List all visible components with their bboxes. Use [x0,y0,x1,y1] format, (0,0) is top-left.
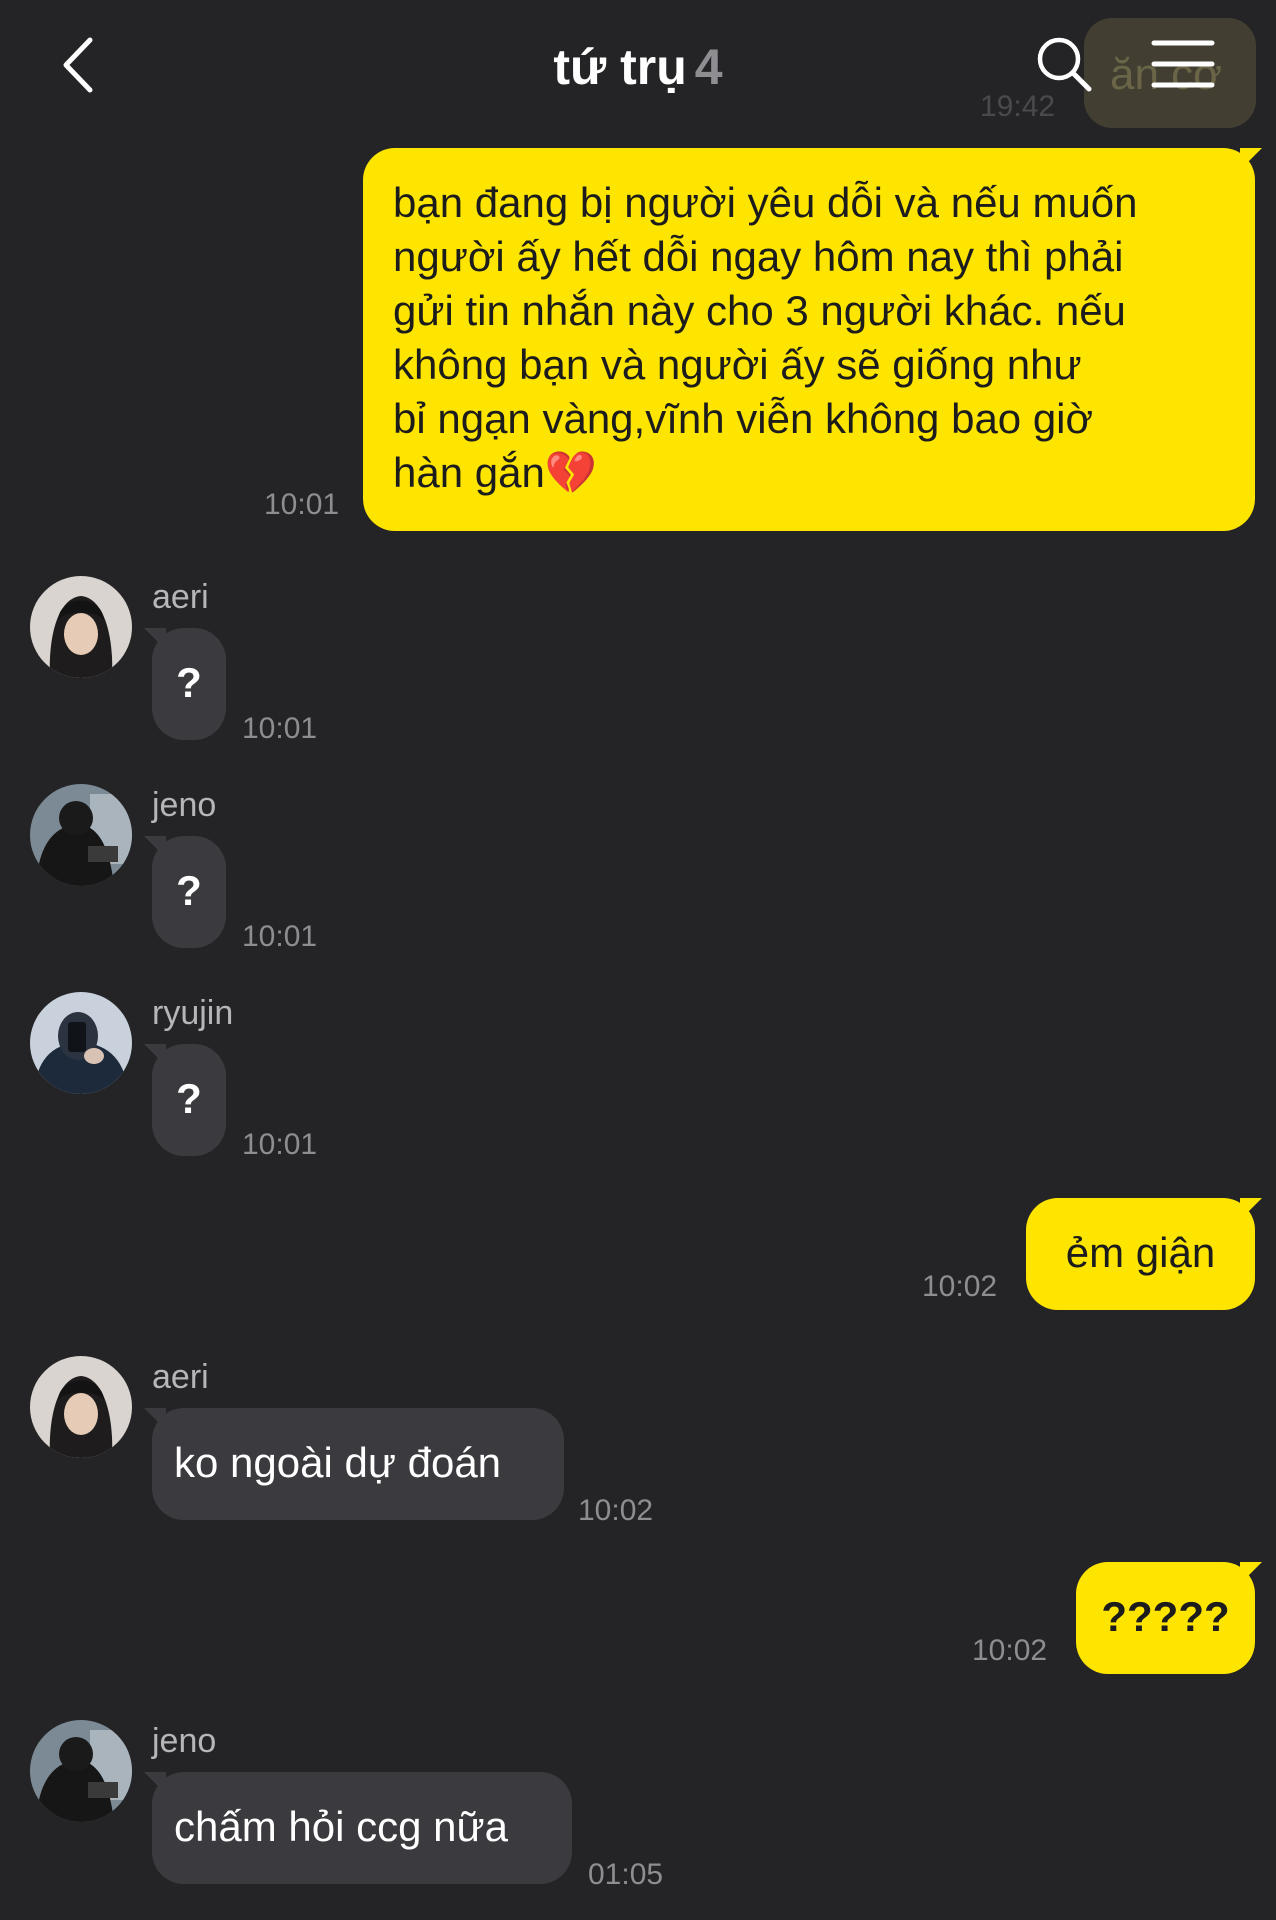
message-time: 10:02 [922,1270,998,1303]
their-message-bubble[interactable]: chấm hỏi ccg nữa [152,1772,572,1884]
my-message-bubble[interactable]: ????? [1076,1562,1255,1674]
jeno-avatar[interactable] [30,1720,132,1822]
message-time: 10:01 [242,1128,318,1161]
their-message-bubble[interactable]: ko ngoài dự đoán [152,1408,564,1520]
message-text: ẻm giận [1065,1229,1216,1276]
bubble-tail [144,1772,166,1794]
my-message-bubble[interactable]: bạn đang bị người yêu dỗi và nếu muốn ng… [363,148,1255,531]
bubble-tail [1240,1562,1262,1584]
message-time: 10:01 [264,488,340,521]
message-time: 10:01 [242,712,318,745]
message-text: ? [176,867,202,914]
sender-name: jeno [152,1722,217,1760]
sender-name: aeri [152,578,209,616]
message-time: 10:02 [578,1494,654,1527]
message-text: bạn đang bị người yêu dỗi và nếu muốn ng… [393,179,1138,496]
message-time: 10:01 [242,920,318,953]
message-text: ????? [1101,1593,1230,1640]
ryujin-avatar[interactable] [30,992,132,1094]
search-icon [1037,37,1092,92]
bubble-tail [144,1408,166,1430]
message-text: ko ngoài dự đoán [174,1439,502,1486]
bubble-tail [1240,148,1262,170]
aeri-avatar[interactable] [30,576,132,678]
message-text: ? [176,1075,202,1122]
chat-header: ăn cơ 19:42 tứ trụ 4 [0,0,1276,140]
sender-name: jeno [152,786,217,824]
bubble-tail [1240,1198,1262,1220]
bubble-tail [144,1044,166,1066]
aeri-avatar[interactable] [30,1356,132,1458]
search-button[interactable] [1034,34,1094,94]
hamburger-menu-icon [1151,40,1215,88]
message-text: chấm hỏi ccg nữa [174,1803,508,1850]
bubble-tail [144,628,166,650]
sender-name: aeri [152,1358,209,1396]
group-name: tứ trụ [553,39,687,95]
menu-button[interactable] [1150,38,1216,90]
bubble-tail [144,836,166,858]
message-time: 10:02 [972,1634,1048,1667]
sender-name: ryujin [152,994,234,1032]
member-count: 4 [694,39,723,95]
my-message-bubble[interactable]: ẻm giận [1026,1198,1255,1310]
message-text: ? [176,659,202,706]
jeno-avatar[interactable] [30,784,132,886]
message-time: 01:05 [588,1858,664,1891]
